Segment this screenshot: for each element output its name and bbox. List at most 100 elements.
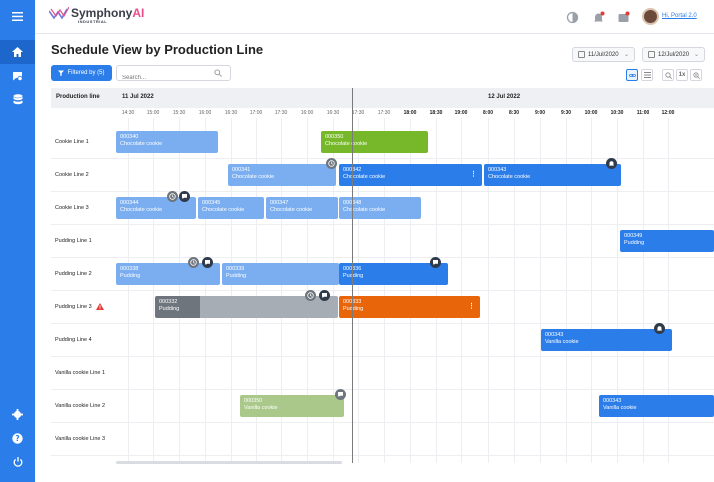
- task-bar[interactable]: 000350 Vanilla cookie: [240, 389, 346, 417]
- production-line-label[interactable]: Pudding Line 4: [55, 323, 92, 356]
- user-menu-link[interactable]: Hi, Portal 2.0: [662, 13, 697, 19]
- task-bar[interactable]: 000350 Chocolate cookie: [321, 131, 428, 153]
- messages-icon[interactable]: [617, 11, 630, 24]
- task-product: Chocolate cookie: [120, 207, 163, 213]
- time-tick-label: 14:30: [121, 110, 135, 116]
- task-bar[interactable]: 000342Chocolate cookie⋮: [339, 164, 482, 186]
- task-bar[interactable]: 000332 Pudding: [155, 290, 338, 318]
- task-id: 000340: [120, 134, 139, 140]
- task-bar[interactable]: 000333Pudding⋮: [339, 296, 480, 318]
- clock-icon[interactable]: [305, 290, 316, 301]
- production-line-label[interactable]: Cookie Line 3: [55, 191, 89, 224]
- task-bar[interactable]: 000343 Chocolate cookie: [484, 158, 621, 186]
- task-bar[interactable]: 000340 Chocolate cookie: [116, 131, 218, 153]
- database-icon: [13, 93, 22, 104]
- time-tick-label: 10:00: [584, 110, 598, 116]
- production-line-label[interactable]: Pudding Line 1: [55, 224, 92, 257]
- task-id: 000345: [202, 200, 221, 206]
- production-line-label[interactable]: Vanilla cookie Line 3: [55, 422, 105, 455]
- time-tick-label: 18:30: [429, 110, 443, 116]
- zoom-in-button[interactable]: [690, 69, 702, 81]
- task-bar[interactable]: 000338 Pudding: [116, 257, 220, 285]
- zoom-out-icon: [664, 71, 672, 79]
- production-line-name: Cookie Line 2: [55, 171, 89, 178]
- sidebar-item-chat-settings[interactable]: [0, 64, 35, 88]
- production-line-label[interactable]: Cookie Line 2: [55, 158, 89, 191]
- bell-icon[interactable]: [654, 323, 665, 334]
- search-box[interactable]: [116, 65, 231, 85]
- production-line-label[interactable]: Pudding Line 3: [55, 290, 104, 323]
- comment-icon[interactable]: [430, 257, 441, 268]
- notification-bell-icon[interactable]: [592, 11, 605, 24]
- horizontal-scrollbar[interactable]: [116, 461, 342, 464]
- more-options-icon[interactable]: ⋮: [468, 303, 475, 310]
- production-line-label[interactable]: Cookie Line 1: [55, 125, 89, 158]
- task-bar[interactable]: 000344 Chocolate cookie: [116, 191, 196, 219]
- task-bar[interactable]: 000336Pudding: [339, 257, 448, 285]
- task-bar[interactable]: 000349 Pudding: [620, 230, 714, 252]
- task-id: 000344: [120, 200, 139, 206]
- production-line-name: Cookie Line 1: [55, 138, 89, 145]
- theme-toggle-icon[interactable]: [566, 11, 579, 24]
- bell-icon[interactable]: [606, 158, 617, 169]
- avatar[interactable]: [642, 8, 659, 25]
- power-icon: [13, 457, 22, 467]
- task-id: 000343: [603, 398, 622, 404]
- task-bar[interactable]: 000339 Pudding: [222, 263, 339, 285]
- sidebar-item-settings[interactable]: [0, 402, 35, 426]
- task-bar[interactable]: 000347 Chocolate cookie: [266, 197, 338, 219]
- sidebar-item-home[interactable]: [0, 40, 35, 64]
- time-tick-label: 16:30: [326, 110, 340, 116]
- sidebar-item-power[interactable]: [0, 450, 35, 474]
- menu-button[interactable]: [0, 4, 35, 28]
- sidebar-item-help[interactable]: ?: [0, 426, 35, 450]
- task-product: Chocolate cookie: [343, 207, 386, 213]
- more-options-icon[interactable]: ⋮: [470, 171, 477, 178]
- clock-icon[interactable]: [326, 158, 337, 169]
- sidebar-item-database[interactable]: [0, 87, 35, 111]
- task-id: 000350: [325, 134, 344, 140]
- production-line-name: Vanilla cookie Line 1: [55, 369, 106, 376]
- date-to-value: 12/Jul/2020: [658, 51, 690, 58]
- production-line-name: Pudding Line 2: [55, 270, 92, 277]
- comment-icon[interactable]: [319, 290, 330, 301]
- comment-icon[interactable]: [335, 389, 346, 400]
- task-bar[interactable]: 000345 Chocolate cookie: [198, 197, 264, 219]
- calendar-icon: [578, 51, 585, 58]
- zoom-out-button[interactable]: [662, 69, 674, 81]
- link-view-button[interactable]: [626, 69, 638, 81]
- comment-icon[interactable]: [179, 191, 190, 202]
- production-line-label[interactable]: Vanilla cookie Line 1: [55, 356, 105, 389]
- time-tick-label: 17:00: [249, 110, 263, 116]
- brand-name: SymphonyAI: [71, 6, 145, 20]
- production-line-label[interactable]: Pudding Line 2: [55, 257, 92, 290]
- production-line-name: Pudding Line 1: [55, 237, 92, 244]
- settings-icon: [12, 408, 23, 420]
- time-tick-label: 8:30: [508, 110, 520, 116]
- task-bar[interactable]: 000341 Chocolate cookie: [228, 158, 337, 186]
- clock-icon[interactable]: [167, 191, 178, 202]
- task-product: Chocolate cookie: [325, 141, 368, 147]
- production-line-label[interactable]: Vanilla cookie Line 2: [55, 389, 105, 422]
- task-product: Pudding: [159, 306, 180, 312]
- date-from-value: 11/Jul/2020: [588, 51, 619, 58]
- date-to-select[interactable]: 12/Jul/2020 ⌄: [642, 47, 705, 62]
- chevron-down-icon: ⌄: [693, 52, 699, 58]
- date-from-select[interactable]: 11/Jul/2020 ⌄: [572, 47, 635, 62]
- task-bar[interactable]: 000343 Vanilla cookie: [541, 323, 672, 351]
- comment-icon[interactable]: [202, 257, 213, 268]
- search-input[interactable]: [117, 71, 212, 85]
- list-view-button[interactable]: [641, 69, 653, 81]
- task-product: Chocolate cookie: [202, 207, 245, 213]
- clock-icon[interactable]: [188, 257, 199, 268]
- time-tick-label: 8:00: [482, 110, 494, 116]
- task-product: Pudding: [226, 273, 247, 279]
- time-tick-label: 17:30: [274, 110, 288, 116]
- task-id: 000350: [244, 398, 263, 404]
- zoom-level[interactable]: 1x: [676, 69, 688, 81]
- filter-button[interactable]: Filtered by (5): [51, 65, 112, 81]
- row-divider: [51, 389, 714, 390]
- task-product: Vanilla cookie: [244, 405, 278, 411]
- time-tick-label: 18:00: [403, 110, 417, 116]
- task-bar[interactable]: 000343 Vanilla cookie: [599, 395, 714, 417]
